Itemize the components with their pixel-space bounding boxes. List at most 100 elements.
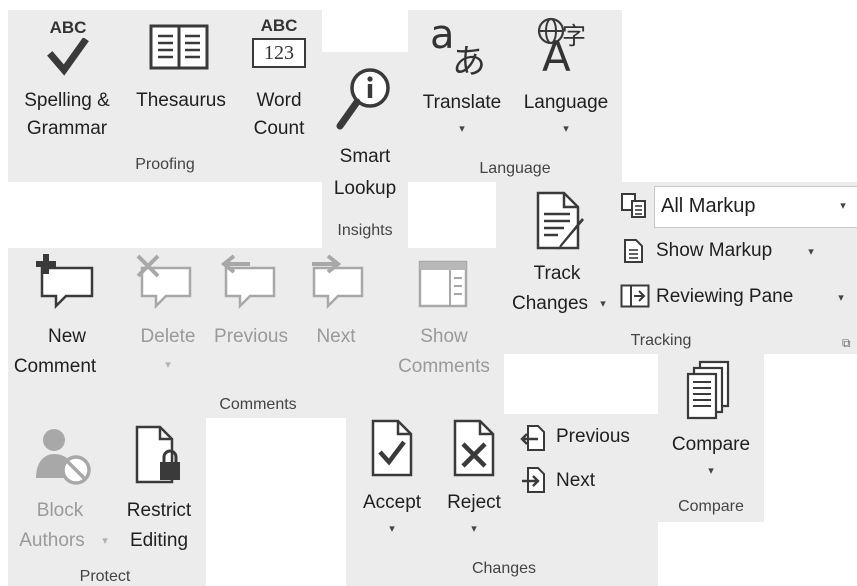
new-comment-button[interactable]: New Comment	[8, 254, 126, 394]
next-change-icon	[522, 467, 545, 493]
delete-comment-label: Delete	[140, 326, 196, 347]
dialog-launcher-icon: ⧉	[842, 336, 851, 350]
word-count-label-1: Word	[256, 90, 302, 111]
show-comments-icon	[418, 260, 468, 308]
translate-icon: a あ	[428, 12, 498, 82]
reviewing-pane-label: Reviewing Pane	[656, 286, 794, 307]
next-comment-icon	[312, 254, 364, 310]
show-markup-label: Show Markup	[656, 240, 773, 261]
show-markup-icon	[624, 239, 643, 263]
language-button[interactable]: 字 A Language ▾	[514, 12, 618, 162]
next-comment-label: Next	[316, 326, 356, 347]
show-comments-label-2: Comments	[398, 356, 490, 377]
spelling-label-2: Grammar	[26, 118, 108, 139]
block-authors-button[interactable]: Block Authors ▾	[8, 422, 112, 562]
reviewing-pane-button[interactable]: Reviewing Pane ▾	[620, 282, 857, 312]
comments-group-label: Comments	[219, 396, 297, 413]
compare-group-label: Compare	[678, 498, 744, 515]
track-changes-icon	[534, 190, 590, 254]
word-count-icon-123: 123	[252, 38, 306, 68]
previous-comment-icon	[220, 254, 276, 310]
language-dropdown-caret[interactable]: ▾	[514, 122, 618, 135]
show-markup-button[interactable]: Show Markup ▾	[620, 238, 820, 268]
reject-button[interactable]: Reject ▾	[438, 418, 510, 558]
reject-icon	[453, 419, 495, 477]
changes-group-top	[504, 354, 658, 414]
display-for-review-icon	[620, 192, 648, 220]
compare-icon	[686, 360, 730, 420]
show-markup-caret[interactable]: ▾	[804, 245, 818, 258]
compare-label: Compare	[671, 434, 751, 455]
reviewing-pane-icon	[620, 284, 650, 308]
language-label: Language	[523, 92, 609, 113]
language-icon: 字 A	[532, 14, 602, 81]
accept-caret[interactable]: ▾	[350, 522, 434, 535]
restrict-editing-icon	[135, 425, 180, 484]
translate-label: Translate	[422, 92, 502, 113]
previous-comment-button[interactable]: Previous	[206, 254, 296, 394]
block-authors-label-2: Authors	[19, 530, 85, 551]
markup-select-value: All Markup	[661, 195, 756, 217]
reviewing-pane-caret[interactable]: ▾	[834, 291, 848, 304]
previous-change-label: Previous	[556, 426, 630, 447]
thesaurus-label: Thesaurus	[136, 90, 226, 111]
show-comments-label-1: Show	[420, 326, 468, 347]
show-comments-button[interactable]: Show Comments	[384, 254, 504, 394]
block-authors-caret[interactable]: ▾	[98, 534, 112, 547]
delete-comment-icon	[136, 254, 192, 310]
spelling-grammar-button[interactable]: ABC Spelling & Grammar	[8, 12, 126, 162]
spelling-check-icon: ABC	[44, 18, 92, 80]
word-count-label-2: Count	[253, 118, 305, 139]
proofing-group-label: Proofing	[135, 156, 195, 173]
word-count-icon-abc: ABC	[260, 16, 298, 35]
restrict-editing-button[interactable]: Restrict Editing	[112, 422, 206, 562]
delete-comment-button[interactable]: Delete ▾	[128, 254, 208, 394]
spelling-label-1: Spelling &	[24, 90, 110, 111]
new-comment-label-2: Comment	[13, 356, 97, 377]
translate-dropdown-caret[interactable]: ▾	[412, 122, 512, 135]
protect-group-label: Protect	[79, 568, 131, 585]
restrict-editing-label-1: Restrict	[126, 500, 192, 521]
previous-comment-label: Previous	[214, 326, 288, 347]
previous-change-button[interactable]: Previous	[516, 424, 656, 452]
magnifier-info-icon	[334, 66, 394, 136]
track-changes-label-1: Track	[533, 263, 581, 284]
previous-change-icon	[520, 425, 545, 451]
insights-group-label: Insights	[337, 222, 393, 239]
word-count-button[interactable]: ABC 123 Word Count	[236, 12, 322, 162]
translate-glyph-b: あ	[452, 42, 486, 82]
smart-lookup-label-1: Smart	[339, 146, 391, 167]
block-authors-label-1: Block	[36, 500, 84, 521]
markup-select[interactable]: All Markup ▾	[654, 186, 857, 228]
reject-label: Reject	[447, 492, 501, 513]
track-changes-caret[interactable]: ▾	[596, 297, 610, 310]
book-icon	[148, 22, 210, 72]
word-count-icon: ABC 123	[250, 16, 308, 80]
smart-lookup-label-2: Lookup	[333, 178, 397, 199]
compare-button[interactable]: Compare ▾	[658, 358, 764, 488]
accept-icon	[371, 419, 413, 477]
language-group-label: Language	[479, 160, 551, 177]
track-changes-label-2: Changes	[511, 293, 589, 314]
next-comment-button[interactable]: Next	[300, 254, 380, 394]
restrict-editing-label-2: Editing	[129, 530, 189, 551]
smart-lookup-button[interactable]: Smart Lookup	[322, 52, 408, 212]
accept-label: Accept	[362, 492, 422, 513]
changes-group-label: Changes	[471, 560, 537, 577]
abc-text: ABC	[49, 18, 87, 37]
next-change-button[interactable]: Next	[516, 466, 616, 494]
block-authors-icon	[36, 429, 91, 485]
translate-button[interactable]: a あ Translate ▾	[412, 12, 512, 162]
thesaurus-button[interactable]: Thesaurus	[128, 12, 234, 162]
delete-comment-caret[interactable]: ▾	[128, 358, 208, 371]
tracking-group-label: Tracking	[630, 332, 692, 349]
language-glyph-d: A	[542, 32, 571, 81]
track-changes-button[interactable]: Track Changes ▾	[500, 186, 614, 336]
markup-select-caret[interactable]: ▾	[835, 199, 851, 212]
compare-caret[interactable]: ▾	[658, 464, 764, 477]
next-change-label: Next	[556, 470, 596, 491]
tracking-dialog-launcher[interactable]: ⧉	[842, 334, 856, 350]
accept-button[interactable]: Accept ▾	[350, 418, 434, 558]
new-comment-icon	[36, 254, 94, 310]
reject-caret[interactable]: ▾	[438, 522, 510, 535]
